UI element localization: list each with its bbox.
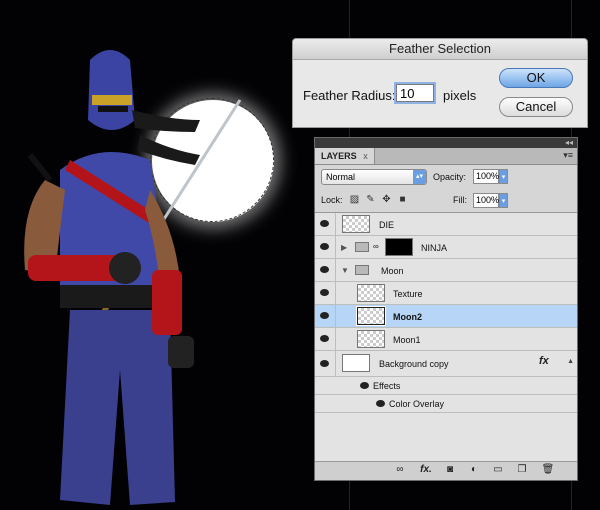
lock-move-icon[interactable]: ✥: [381, 194, 392, 205]
folder-icon: [355, 265, 369, 275]
visibility-eye-icon[interactable]: [315, 282, 336, 304]
link-icon: ∞: [373, 242, 379, 251]
layer-row-selected[interactable]: Moon2: [315, 305, 577, 328]
lock-brush-icon[interactable]: ✎: [365, 194, 376, 205]
lock-transparent-icon[interactable]: ▨: [349, 194, 360, 205]
tab-layers[interactable]: LAYERS x: [315, 148, 375, 164]
folder-icon: [355, 242, 369, 252]
blend-row: Normal ▴▾ Opacity: 100% ▾: [321, 169, 571, 187]
blend-mode-value: Normal: [326, 172, 356, 182]
collapse-triangle-icon[interactable]: ▼: [341, 266, 349, 275]
ok-button[interactable]: OK: [499, 68, 573, 88]
layer-name: DIE: [379, 220, 395, 230]
effects-row[interactable]: Effects: [315, 377, 577, 395]
layer-thumbnail: [342, 354, 370, 372]
visibility-eye-icon[interactable]: [315, 259, 336, 281]
add-mask-icon[interactable]: ◙: [443, 464, 457, 476]
feather-selection-dialog: Feather Selection Feather Radius: 10 pix…: [292, 38, 588, 128]
panel-tabbar: LAYERS x ▾≡: [315, 148, 577, 165]
adjustment-layer-icon[interactable]: ◐: [467, 464, 481, 476]
layer-row[interactable]: ▶ ∞ NINJA: [315, 236, 577, 259]
tab-label: LAYERS: [321, 151, 357, 161]
feather-radius-input[interactable]: 10: [396, 84, 434, 102]
mask-thumbnail: [385, 238, 413, 256]
panel-bottom-bar: ∞ fx. ◙ ◐ ▭ ❐ 🗑: [315, 461, 577, 480]
layer-name: Moon: [381, 266, 404, 276]
effects-label: Effects: [373, 381, 401, 391]
ninja-figure: [24, 50, 242, 505]
fill-dropdown-icon[interactable]: ▾: [499, 193, 508, 208]
layer-row[interactable]: ▼ Moon: [315, 259, 577, 282]
layer-row[interactable]: Background copy fx ▲: [315, 351, 577, 377]
effects-toggle-icon[interactable]: ▲: [567, 358, 574, 365]
visibility-eye-icon[interactable]: [315, 351, 336, 376]
visibility-eye-icon[interactable]: [315, 236, 336, 258]
fx-icon[interactable]: fx: [539, 355, 549, 367]
trash-icon[interactable]: 🗑: [541, 464, 555, 476]
opacity-dropdown-icon[interactable]: ▾: [499, 169, 508, 184]
layer-thumbnail: [357, 284, 385, 302]
visibility-eye-icon[interactable]: [315, 213, 336, 235]
visibility-eye-icon[interactable]: [315, 328, 336, 350]
opacity-label: Opacity:: [433, 172, 467, 182]
link-layers-icon[interactable]: ∞: [393, 464, 407, 476]
layer-name: Background copy: [379, 359, 449, 369]
layer-name: Moon2: [393, 312, 422, 322]
effect-name: Color Overlay: [389, 399, 445, 409]
expand-triangle-icon[interactable]: ▶: [341, 243, 347, 252]
layer-name: Moon1: [393, 335, 421, 345]
visibility-eye-icon[interactable]: [371, 395, 391, 412]
layer-row[interactable]: Moon1: [315, 328, 577, 351]
panel-menu-icon[interactable]: ▾≡: [563, 150, 573, 161]
effect-item-row[interactable]: Color Overlay: [315, 395, 577, 413]
lock-all-icon[interactable]: ■: [397, 194, 408, 205]
new-layer-icon[interactable]: ❐: [515, 464, 529, 476]
add-style-icon[interactable]: fx.: [419, 464, 433, 476]
layer-thumbnail: [342, 215, 370, 233]
panel-header[interactable]: ◂◂: [315, 138, 577, 148]
layer-name: NINJA: [421, 243, 448, 253]
layer-thumbnail: [356, 306, 386, 326]
feather-radius-label: Feather Radius:: [303, 88, 396, 103]
layer-thumbnail: [357, 330, 385, 348]
fill-input[interactable]: 100%: [473, 193, 499, 208]
units-label: pixels: [443, 88, 477, 103]
lock-row: Lock: ▨ ✎ ✥ ■ Fill: 100% ▾: [321, 193, 571, 211]
cancel-button[interactable]: Cancel: [499, 97, 573, 117]
tab-close-icon[interactable]: x: [363, 151, 368, 161]
layer-name: Texture: [393, 289, 423, 299]
layer-row[interactable]: Texture: [315, 282, 577, 305]
opacity-input[interactable]: 100%: [473, 169, 499, 184]
layer-row[interactable]: DIE: [315, 213, 577, 236]
dialog-title: Feather Selection: [293, 39, 587, 60]
collapse-icon[interactable]: ◂◂: [565, 138, 573, 147]
visibility-eye-icon[interactable]: [355, 377, 375, 394]
fill-label: Fill:: [453, 195, 467, 205]
select-arrows-icon: ▴▾: [413, 170, 426, 184]
blend-mode-select[interactable]: Normal ▴▾: [321, 169, 427, 185]
layers-list: DIE ▶ ∞ NINJA ▼ Moon Texture Moon2 Moon1…: [315, 212, 577, 463]
new-group-icon[interactable]: ▭: [491, 464, 505, 476]
layers-panel: ◂◂ LAYERS x ▾≡ Normal ▴▾ Opacity: 100% ▾…: [314, 137, 578, 481]
lock-label: Lock:: [321, 195, 343, 205]
visibility-eye-icon[interactable]: [315, 305, 336, 327]
